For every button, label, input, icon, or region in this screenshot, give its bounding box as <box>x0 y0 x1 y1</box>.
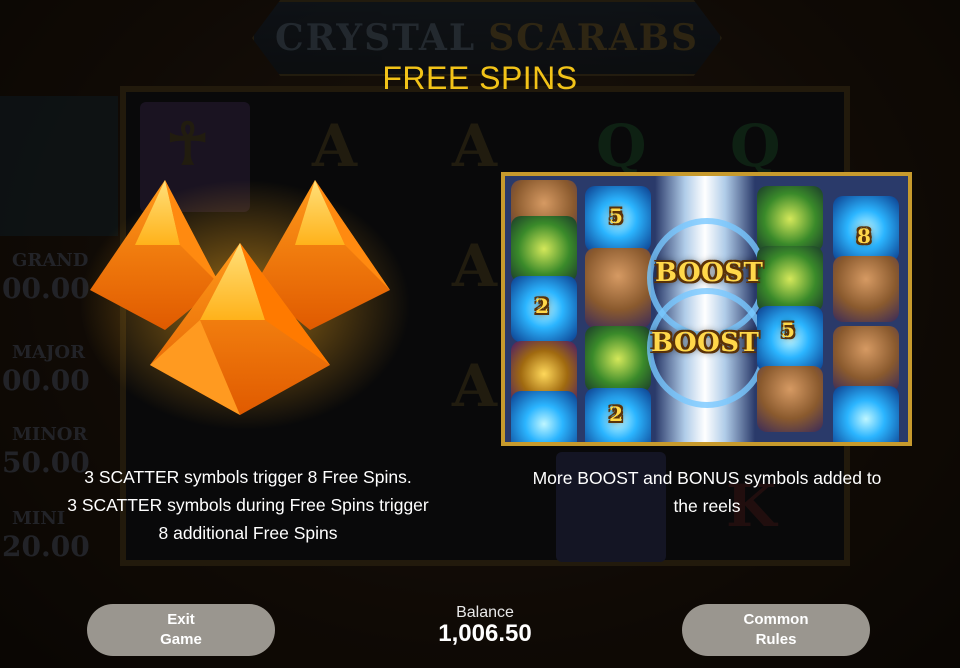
boost-label: BOOST <box>651 328 760 358</box>
letter-a-symbol-icon: A <box>452 112 498 180</box>
description-line: 3 SCATTER symbols during Free Spins trig… <box>67 495 429 515</box>
pharaoh-symbol-icon <box>757 366 823 432</box>
pharaoh-symbol-icon <box>833 326 899 392</box>
description-line: 3 SCATTER symbols trigger 8 Free Spins. <box>84 467 412 487</box>
jackpot-value: 00.00 <box>2 272 90 305</box>
jackpot-label: GRAND <box>12 250 89 271</box>
pharaoh-symbol-icon <box>833 256 899 322</box>
logo-word-1: CRYSTAL <box>274 17 477 59</box>
preview-number: 2 <box>535 294 550 318</box>
boost-label: BOOST <box>655 258 764 288</box>
common-rules-button[interactable]: Common Rules <box>682 604 870 656</box>
panel-title: FREE SPINS <box>382 60 578 96</box>
scarab-symbol-icon <box>511 391 577 442</box>
preview-number: 8 <box>857 224 872 248</box>
description-line: the reels <box>673 496 741 516</box>
letter-q-symbol-icon: Q <box>730 112 781 180</box>
eye-symbol-icon <box>585 326 651 392</box>
eye-symbol-icon <box>757 246 823 312</box>
eye-symbol-icon <box>757 186 823 252</box>
preview-number: 5 <box>781 318 796 342</box>
rules-button-line-2: Rules <box>755 631 797 648</box>
letter-a-symbol-icon: A <box>452 352 498 420</box>
logo-word-2: SCARABS <box>488 17 700 59</box>
exit-button-line-1: Exit <box>167 611 195 628</box>
balance-value: 1,006.50 <box>438 620 532 647</box>
pharaoh-symbol-icon <box>585 248 651 328</box>
exit-button-line-2: Game <box>160 631 202 648</box>
rules-button-line-1: Common <box>743 611 809 628</box>
scatter-description: 3 SCATTER symbols trigger 8 Free Spins. … <box>28 463 468 547</box>
boost-description: More BOOST and BONUS symbols added to th… <box>495 464 919 520</box>
scarab-symbol-icon <box>833 386 899 442</box>
preview-number: 5 <box>609 204 624 228</box>
jackpot-label: MINOR <box>12 424 88 445</box>
letter-a-symbol-icon: A <box>452 232 498 300</box>
eye-symbol-icon <box>511 216 577 282</box>
letter-q-symbol-icon: Q <box>596 112 647 180</box>
boost-preview-image: 5 8 2 5 2 BOOST BOOST <box>501 172 912 446</box>
exit-game-button[interactable]: Exit Game <box>87 604 275 656</box>
jackpot-label: MAJOR <box>12 342 86 363</box>
jackpot-value: 00.00 <box>2 364 90 397</box>
scatter-pyramids-icon <box>80 180 410 430</box>
preview-number: 2 <box>609 402 624 426</box>
balance-display: Balance 1,006.50 <box>380 604 590 648</box>
description-line: More BOOST and BONUS symbols added to <box>532 468 882 488</box>
description-line: 8 additional Free Spins <box>158 523 338 543</box>
